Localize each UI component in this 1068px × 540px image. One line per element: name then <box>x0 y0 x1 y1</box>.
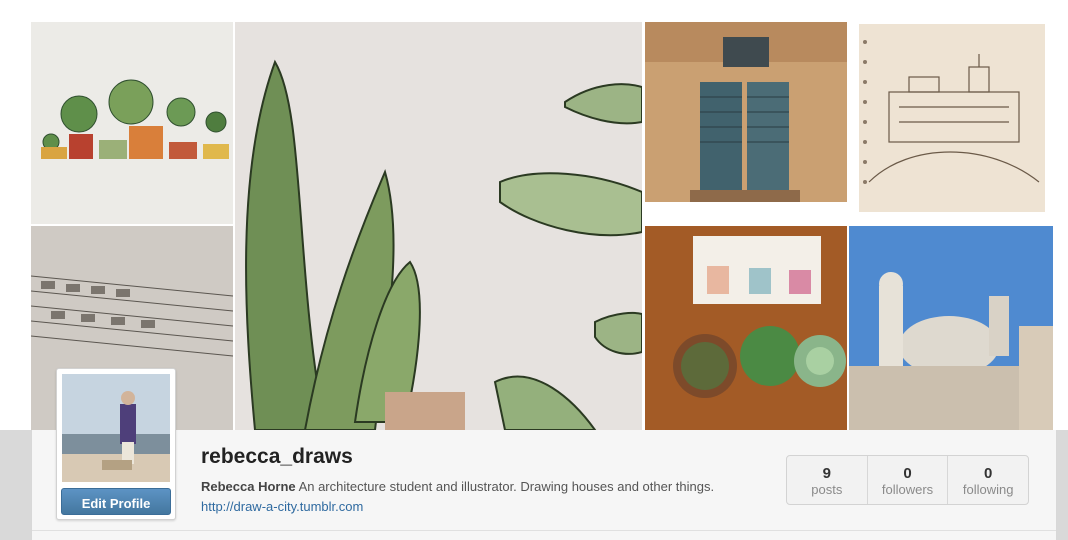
full-name: Rebecca Horne <box>201 479 296 494</box>
avatar-frame: Edit Profile <box>56 368 176 520</box>
avatar[interactable] <box>62 374 170 482</box>
followers-label: followers <box>881 482 934 497</box>
posts-count: 9 <box>822 465 831 482</box>
photo-window-shutters[interactable] <box>645 22 847 224</box>
stat-following[interactable]: 0 following <box>948 456 1028 504</box>
photo-castle-sketch[interactable] <box>849 22 1053 224</box>
info-divider <box>32 530 1056 531</box>
cover-photo-collage <box>31 22 1053 430</box>
edit-profile-button[interactable]: Edit Profile <box>61 488 171 515</box>
stat-followers[interactable]: 0 followers <box>868 456 949 504</box>
website-link[interactable]: http://draw-a-city.tumblr.com <box>201 499 363 514</box>
bio: Rebecca Horne An architecture student an… <box>201 479 714 494</box>
followers-count: 0 <box>903 465 912 482</box>
posts-label: posts <box>811 482 843 497</box>
photo-potted-plants-drawing[interactable] <box>31 22 233 224</box>
username: rebecca_draws <box>201 445 353 468</box>
bio-text: An architecture student and illustrator.… <box>298 479 715 494</box>
photo-plants-table[interactable] <box>645 226 847 430</box>
profile-stats: 9 posts 0 followers 0 following <box>786 455 1029 505</box>
following-count: 0 <box>984 465 993 482</box>
following-label: following <box>962 482 1014 497</box>
photo-cactus-watercolor[interactable] <box>235 22 642 430</box>
photo-rooftop-sky[interactable] <box>849 226 1053 430</box>
stat-posts[interactable]: 9 posts <box>787 456 868 504</box>
